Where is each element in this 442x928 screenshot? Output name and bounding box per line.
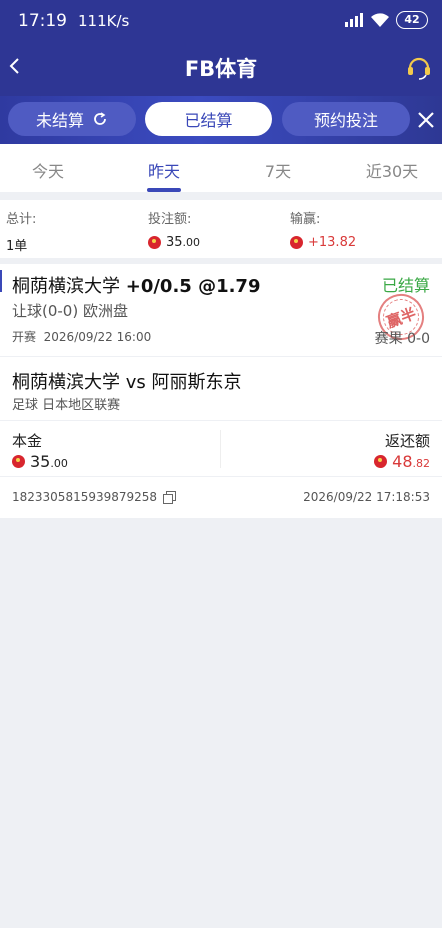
summary-stake-label: 投注额: [148, 212, 192, 227]
app-header: FB体育 [0, 40, 442, 96]
divider [0, 356, 442, 357]
summary-stake: 投注额: 35.00 [148, 208, 200, 250]
filter-settled[interactable]: 已结算 [145, 102, 272, 136]
return-label: 返还额 [384, 432, 430, 450]
divider [0, 476, 442, 477]
tab-yesterday[interactable]: 昨天 [109, 158, 219, 182]
match-result-label: 赛果 [374, 331, 403, 347]
page-title: FB体育 [184, 57, 258, 81]
bet-record-card[interactable]: 桐荫横滨大学 +0/0.5 @1.79 已结算 赢半 让球(0-0) 欧洲盘 开… [0, 264, 442, 518]
filter-unsettled[interactable]: 未结算 [8, 102, 136, 136]
match-start: 开赛 2026/09/22 16:00 [12, 328, 151, 345]
bet-market: 让球(0-0) 欧洲盘 [12, 302, 128, 320]
filter-settled-label: 已结算 [184, 111, 233, 130]
summary-panel: 总计: 1单 投注额: 35.00 输赢: +13.82 [0, 200, 442, 258]
stake-dec: .00 [50, 457, 68, 470]
active-tab-indicator [147, 188, 181, 192]
tab-30-days[interactable]: 近30天 [337, 158, 442, 182]
vertical-divider [220, 430, 221, 468]
currency-coin-icon [148, 236, 161, 249]
card-accent-bar [0, 270, 2, 292]
filter-reserved[interactable]: 预约投注 [282, 102, 410, 136]
summary-stake-int: 35 [166, 235, 183, 250]
bet-odds-line: +0/0.5 @1.79 [125, 276, 261, 297]
tab-today[interactable]: 今天 [0, 158, 103, 182]
order-id-text: 1823305815939879258 [12, 490, 158, 504]
summary-winloss-amount: +13.82 [308, 235, 357, 250]
match-start-label: 开赛 [12, 330, 37, 344]
order-id: 1823305815939879258 [12, 490, 177, 504]
status-network-speed: 111K/s [78, 12, 130, 30]
match-name: 桐荫横滨大学 vs 阿丽斯东京 [12, 372, 242, 393]
date-range-tabs: 今天 昨天 7天 近30天 [0, 144, 442, 192]
summary-total: 总计: 1单 [6, 208, 36, 254]
match-start-time: 2026/09/22 16:00 [43, 330, 152, 344]
summary-total-value: 1单 [6, 239, 28, 254]
summary-winloss-label: 输赢: [290, 212, 321, 227]
currency-coin-icon [290, 236, 303, 249]
copy-icon[interactable] [163, 490, 177, 504]
summary-winloss: 输赢: +13.82 [290, 208, 356, 250]
match-result-score: 0-0 [407, 331, 430, 347]
bet-team: 桐荫横滨大学 [12, 276, 120, 297]
refresh-icon[interactable] [92, 111, 108, 127]
filter-reserved-label: 预约投注 [313, 111, 378, 130]
status-bar: 17:19 111K/s 42 [0, 0, 442, 40]
summary-total-label: 总计: [6, 212, 37, 227]
stake-label: 本金 [12, 432, 43, 450]
return-int: 48 [392, 452, 413, 471]
currency-coin-icon [12, 455, 25, 468]
signal-icon [345, 13, 363, 27]
status-badge: 已结算 [381, 276, 430, 295]
tab-7-days[interactable]: 7天 [223, 158, 333, 182]
divider [0, 420, 442, 421]
league-name: 足球 日本地区联赛 [12, 398, 121, 413]
close-icon[interactable] [414, 108, 438, 132]
settlement-filter-bar: 未结算 已结算 预约投注 [0, 96, 442, 144]
status-time: 17:19 [18, 11, 67, 31]
match-result: 赛果 0-0 [375, 328, 430, 348]
stake-value: 35.00 [12, 452, 68, 471]
bet-selection: 桐荫横滨大学 +0/0.5 @1.79 [12, 272, 260, 298]
stake-int: 35 [30, 452, 51, 471]
summary-stake-value: 35.00 [148, 235, 200, 250]
return-dec: .82 [412, 457, 431, 470]
currency-coin-icon [374, 455, 388, 468]
filter-unsettled-label: 未结算 [35, 111, 84, 130]
summary-stake-dec: .00 [182, 236, 201, 249]
wifi-icon [371, 12, 389, 27]
settle-time: 2026/09/22 17:18:53 [303, 490, 430, 504]
status-icons: 42 [344, 11, 428, 29]
return-value: 48.82 [374, 452, 430, 471]
customer-service-icon[interactable] [404, 52, 434, 82]
summary-winloss-value: +13.82 [290, 235, 356, 250]
battery-icon: 42 [396, 11, 428, 29]
